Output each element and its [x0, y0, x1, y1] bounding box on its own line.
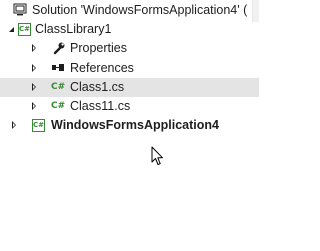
tree-item-properties[interactable]: Properties: [0, 39, 259, 58]
solution-label: Solution 'WindowsFormsApplication4' (: [32, 3, 248, 17]
tree-item-label: Properties: [70, 41, 127, 55]
solution-icon: [13, 3, 27, 17]
csharp-project-icon: C#: [18, 23, 31, 36]
mouse-cursor-icon: [151, 146, 164, 169]
solution-node[interactable]: Solution 'WindowsFormsApplication4' (: [0, 1, 259, 20]
tree-item-label: Class1.cs: [70, 80, 125, 94]
vertical-scrollbar[interactable]: [252, 0, 259, 22]
collapse-arrow-icon[interactable]: [9, 27, 14, 32]
tree-item-label: References: [70, 61, 134, 75]
expand-arrow-icon[interactable]: [32, 44, 36, 52]
references-icon: [51, 61, 65, 75]
csharp-file-icon: C#: [51, 101, 66, 111]
expand-arrow-icon[interactable]: [32, 102, 36, 110]
csharp-project-icon: C#: [32, 119, 45, 132]
project-label: WindowsFormsApplication4: [51, 118, 219, 132]
project-label: ClassLibrary1: [35, 22, 112, 36]
expand-arrow-icon[interactable]: [32, 64, 36, 72]
expand-arrow-icon[interactable]: [12, 121, 16, 129]
csharp-file-icon: C#: [51, 82, 66, 92]
tree-item-label: Class11.cs: [70, 99, 131, 113]
wrench-icon: [52, 41, 66, 55]
expand-arrow-icon[interactable]: [32, 83, 36, 91]
tree-item-references[interactable]: References: [0, 59, 259, 78]
solution-explorer-tree: Solution 'WindowsFormsApplication4' ( C#…: [0, 0, 259, 251]
tree-item-class1-cs[interactable]: C# Class1.cs: [0, 78, 259, 97]
project-node-windowsformsapplication4[interactable]: C# WindowsFormsApplication4: [0, 116, 259, 135]
project-node-classlibrary1[interactable]: C# ClassLibrary1: [0, 20, 259, 39]
tree-item-class11-cs[interactable]: C# Class11.cs: [0, 97, 259, 116]
